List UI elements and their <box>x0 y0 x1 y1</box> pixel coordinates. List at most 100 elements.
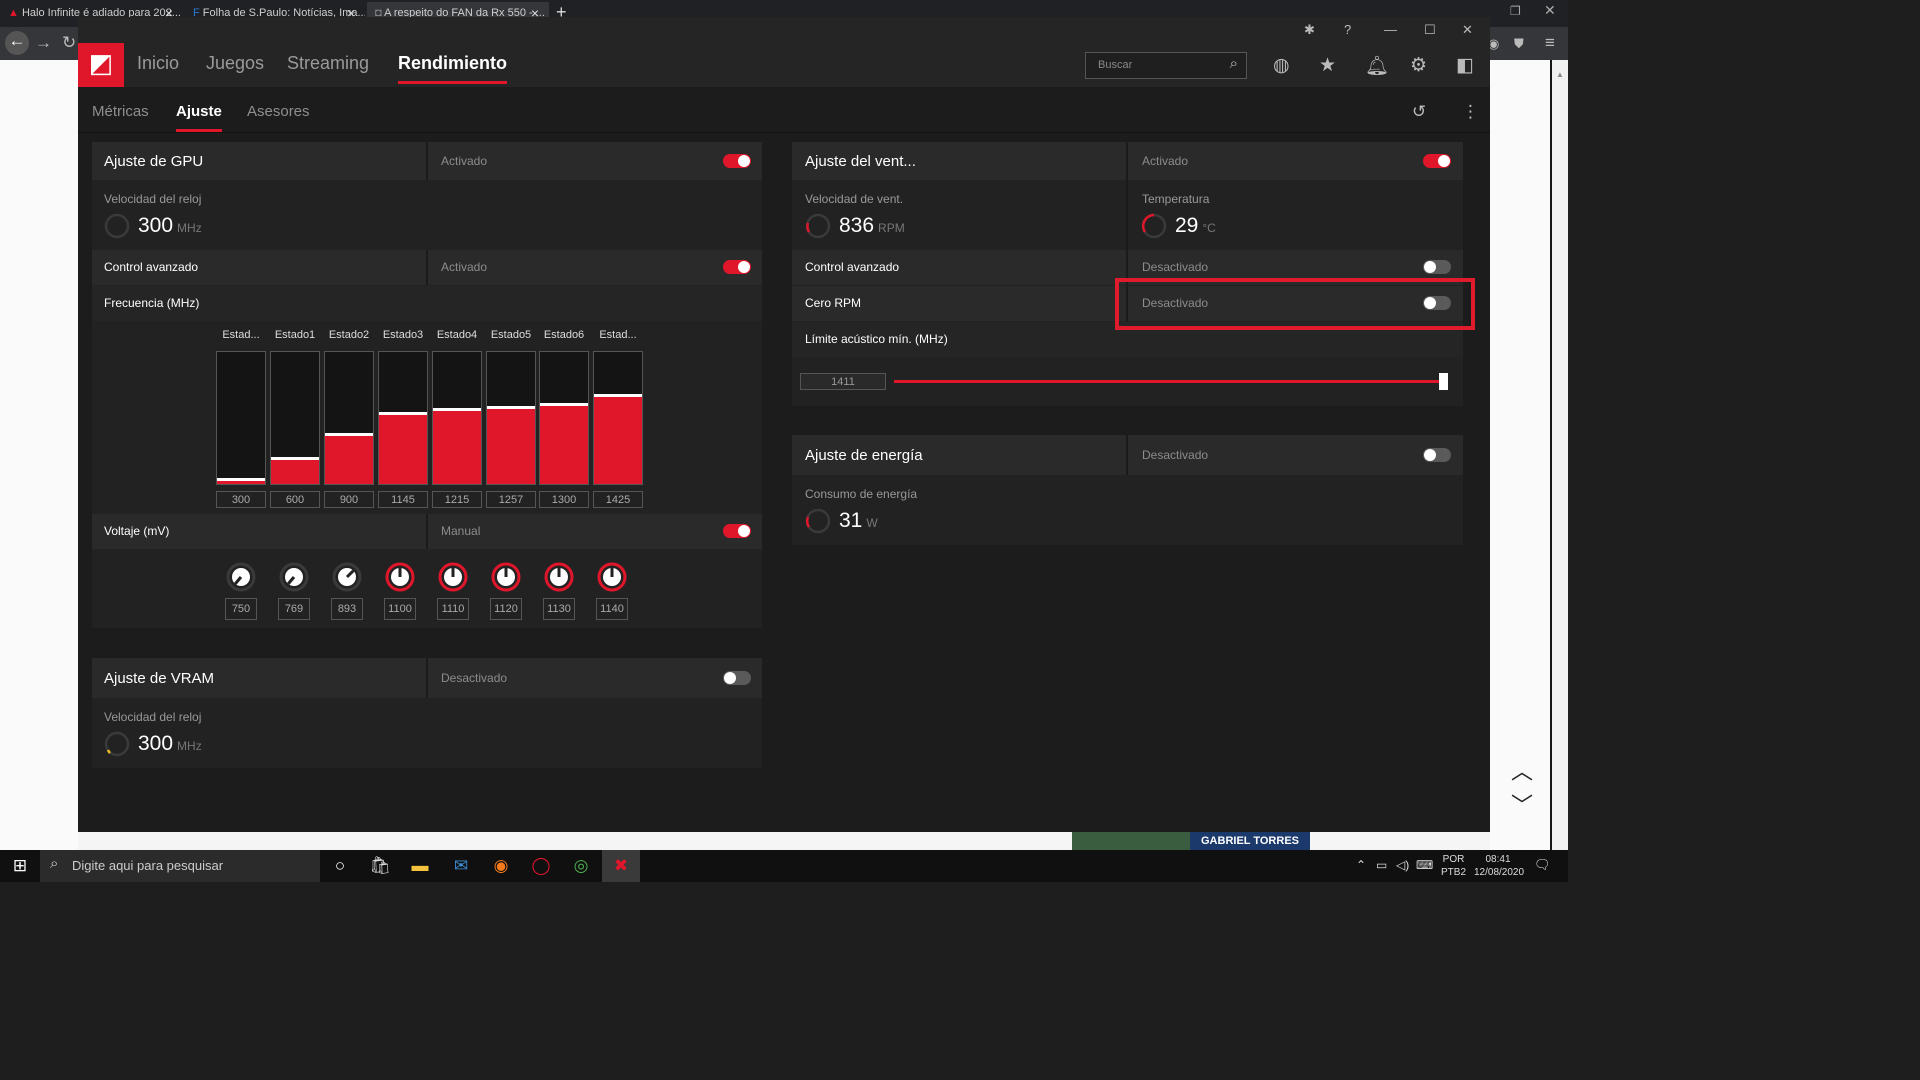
tab-metricas[interactable]: Métricas <box>92 103 149 120</box>
maximize-icon[interactable]: ☐ <box>1424 22 1436 38</box>
voltage-knob[interactable] <box>438 562 468 592</box>
more-options-icon[interactable]: ⋮ <box>1462 102 1479 122</box>
nav-streaming[interactable]: Streaming <box>287 53 369 74</box>
notifications-icon[interactable]: 🗨︎ <box>1534 858 1551 871</box>
amd-logo-icon[interactable]: ◩ <box>78 43 124 87</box>
nav-inicio[interactable]: Inicio <box>137 53 179 74</box>
star-icon[interactable]: ★ <box>1319 54 1336 77</box>
back-icon[interactable]: ← <box>5 31 29 55</box>
voltage-knob[interactable] <box>279 562 309 592</box>
frequency-state-handle[interactable] <box>433 408 481 411</box>
reset-icon[interactable]: ↺ <box>1412 102 1426 122</box>
frequency-state-handle[interactable] <box>271 457 319 460</box>
gear-icon[interactable]: ⚙ <box>1410 54 1427 77</box>
voltage-value-input[interactable]: 769 <box>278 598 310 620</box>
search-input[interactable]: Buscar <box>1098 59 1132 71</box>
voltage-toggle[interactable] <box>723 524 751 538</box>
input-language[interactable]: POR PTB2 <box>1441 853 1466 879</box>
taskbar-search-input[interactable]: Digite aqui para pesquisar <box>72 858 223 873</box>
frequency-state-handle[interactable] <box>594 394 642 397</box>
frequency-state-bar[interactable] <box>593 351 643 485</box>
page-scrollbar[interactable]: ▲ <box>1552 60 1568 850</box>
bug-report-icon[interactable]: ✱ <box>1304 22 1315 38</box>
task-view-icon[interactable]: ○ <box>328 856 352 876</box>
opera-icon[interactable]: ◯ <box>529 856 553 876</box>
frequency-state-handle[interactable] <box>487 406 535 409</box>
scroll-up-chevron-icon[interactable]: ︿ <box>1508 754 1536 786</box>
frequency-value-input[interactable]: 300 <box>216 491 266 508</box>
reload-icon[interactable]: ↻ <box>62 33 76 53</box>
frequency-state-bar[interactable] <box>539 351 589 485</box>
voltage-knob[interactable] <box>226 562 256 592</box>
voltage-value-input[interactable]: 893 <box>331 598 363 620</box>
scroll-down-chevron-icon[interactable]: ﹀ <box>1508 788 1536 820</box>
frequency-value-input[interactable]: 1145 <box>378 491 428 508</box>
frequency-value-input[interactable]: 1215 <box>432 491 482 508</box>
voltage-value-input[interactable]: 1100 <box>384 598 416 620</box>
amd-taskbar-button[interactable]: ✖ <box>602 850 640 882</box>
scroll-up-icon[interactable]: ▲ <box>1556 70 1564 80</box>
power-tuning-toggle[interactable] <box>1423 448 1451 462</box>
frequency-state-bar[interactable] <box>270 351 320 485</box>
frequency-state-handle[interactable] <box>540 403 588 406</box>
mail-icon[interactable]: ✉ <box>449 856 473 876</box>
help-icon[interactable]: ? <box>1344 22 1351 37</box>
nav-rendimiento[interactable]: Rendimiento <box>398 53 508 84</box>
frequency-state-bar[interactable] <box>216 351 266 485</box>
frequency-value-input[interactable]: 900 <box>324 491 374 508</box>
voltage-knob[interactable] <box>491 562 521 592</box>
frequency-value-input[interactable]: 600 <box>270 491 320 508</box>
fan-tuning-toggle[interactable] <box>1423 154 1451 168</box>
voltage-value-input[interactable]: 1120 <box>490 598 522 620</box>
voltage-value-input[interactable]: 750 <box>225 598 257 620</box>
search-box[interactable]: Buscar ⌕ <box>1085 52 1247 79</box>
forward-icon[interactable]: → <box>35 33 52 53</box>
store-icon[interactable]: 🛍︎ <box>368 856 392 876</box>
gpu-advanced-toggle[interactable] <box>723 260 751 274</box>
voltage-value-input[interactable]: 1140 <box>596 598 628 620</box>
volume-icon[interactable]: ◁) <box>1396 859 1409 872</box>
gpu-tuning-toggle[interactable] <box>723 154 751 168</box>
nav-juegos[interactable]: Juegos <box>206 53 264 74</box>
voltage-value-input[interactable]: 1130 <box>543 598 575 620</box>
frequency-state-bar[interactable] <box>486 351 536 485</box>
tab-asesores[interactable]: Asesores <box>247 103 310 120</box>
vram-tuning-toggle[interactable] <box>723 671 751 685</box>
minimize-icon[interactable]: — <box>1384 22 1397 37</box>
voltage-knob[interactable] <box>544 562 574 592</box>
chrome-icon[interactable]: ◎ <box>569 856 593 876</box>
sidebar-toggle-icon[interactable]: ◧ <box>1456 54 1474 77</box>
acoustic-limit-slider-handle[interactable] <box>1439 373 1448 390</box>
frequency-state-handle[interactable] <box>217 478 265 481</box>
frequency-value-input[interactable]: 1257 <box>486 491 536 508</box>
fan-advanced-toggle[interactable] <box>1423 260 1451 274</box>
frequency-state-bar[interactable] <box>324 351 374 485</box>
restore-window-icon[interactable]: ❐ <box>1510 4 1521 18</box>
tray-chevron-icon[interactable]: ⌃ <box>1356 859 1366 872</box>
acoustic-limit-slider[interactable] <box>894 380 1442 383</box>
ad-banner[interactable]: GABRIEL TORRES <box>1190 832 1310 850</box>
voltage-knob[interactable] <box>332 562 362 592</box>
close-window-icon[interactable]: ✕ <box>1544 2 1556 19</box>
globe-icon[interactable]: ◍ <box>1273 54 1290 77</box>
close-icon[interactable]: ✕ <box>1462 22 1473 38</box>
clock[interactable]: 08:41 12/08/2020 <box>1474 853 1524 879</box>
shield-icon[interactable]: ⛊ <box>1514 36 1524 52</box>
taskbar-search[interactable]: ⌕ Digite aqui para pesquisar <box>40 850 320 882</box>
voltage-value-input[interactable]: 1110 <box>437 598 469 620</box>
tab-ajuste[interactable]: Ajuste <box>176 103 222 132</box>
frequency-state-handle[interactable] <box>379 412 427 415</box>
firefox-icon[interactable]: ◉ <box>489 856 513 876</box>
file-explorer-icon[interactable]: ▬ <box>408 856 432 876</box>
frequency-value-input[interactable]: 1425 <box>593 491 643 508</box>
keyboard-icon[interactable]: ⌨ <box>1416 859 1433 872</box>
frequency-state-bar[interactable] <box>432 351 482 485</box>
network-icon[interactable]: ▭ <box>1376 859 1387 872</box>
voltage-knob[interactable] <box>385 562 415 592</box>
search-icon[interactable]: ⌕ <box>1230 55 1238 72</box>
frequency-state-bar[interactable] <box>378 351 428 485</box>
acoustic-limit-input[interactable]: 1411 <box>800 373 886 390</box>
windows-start-icon[interactable]: ⊞ <box>8 856 32 876</box>
frequency-state-handle[interactable] <box>325 433 373 436</box>
menu-icon[interactable]: ≡ <box>1545 33 1555 53</box>
